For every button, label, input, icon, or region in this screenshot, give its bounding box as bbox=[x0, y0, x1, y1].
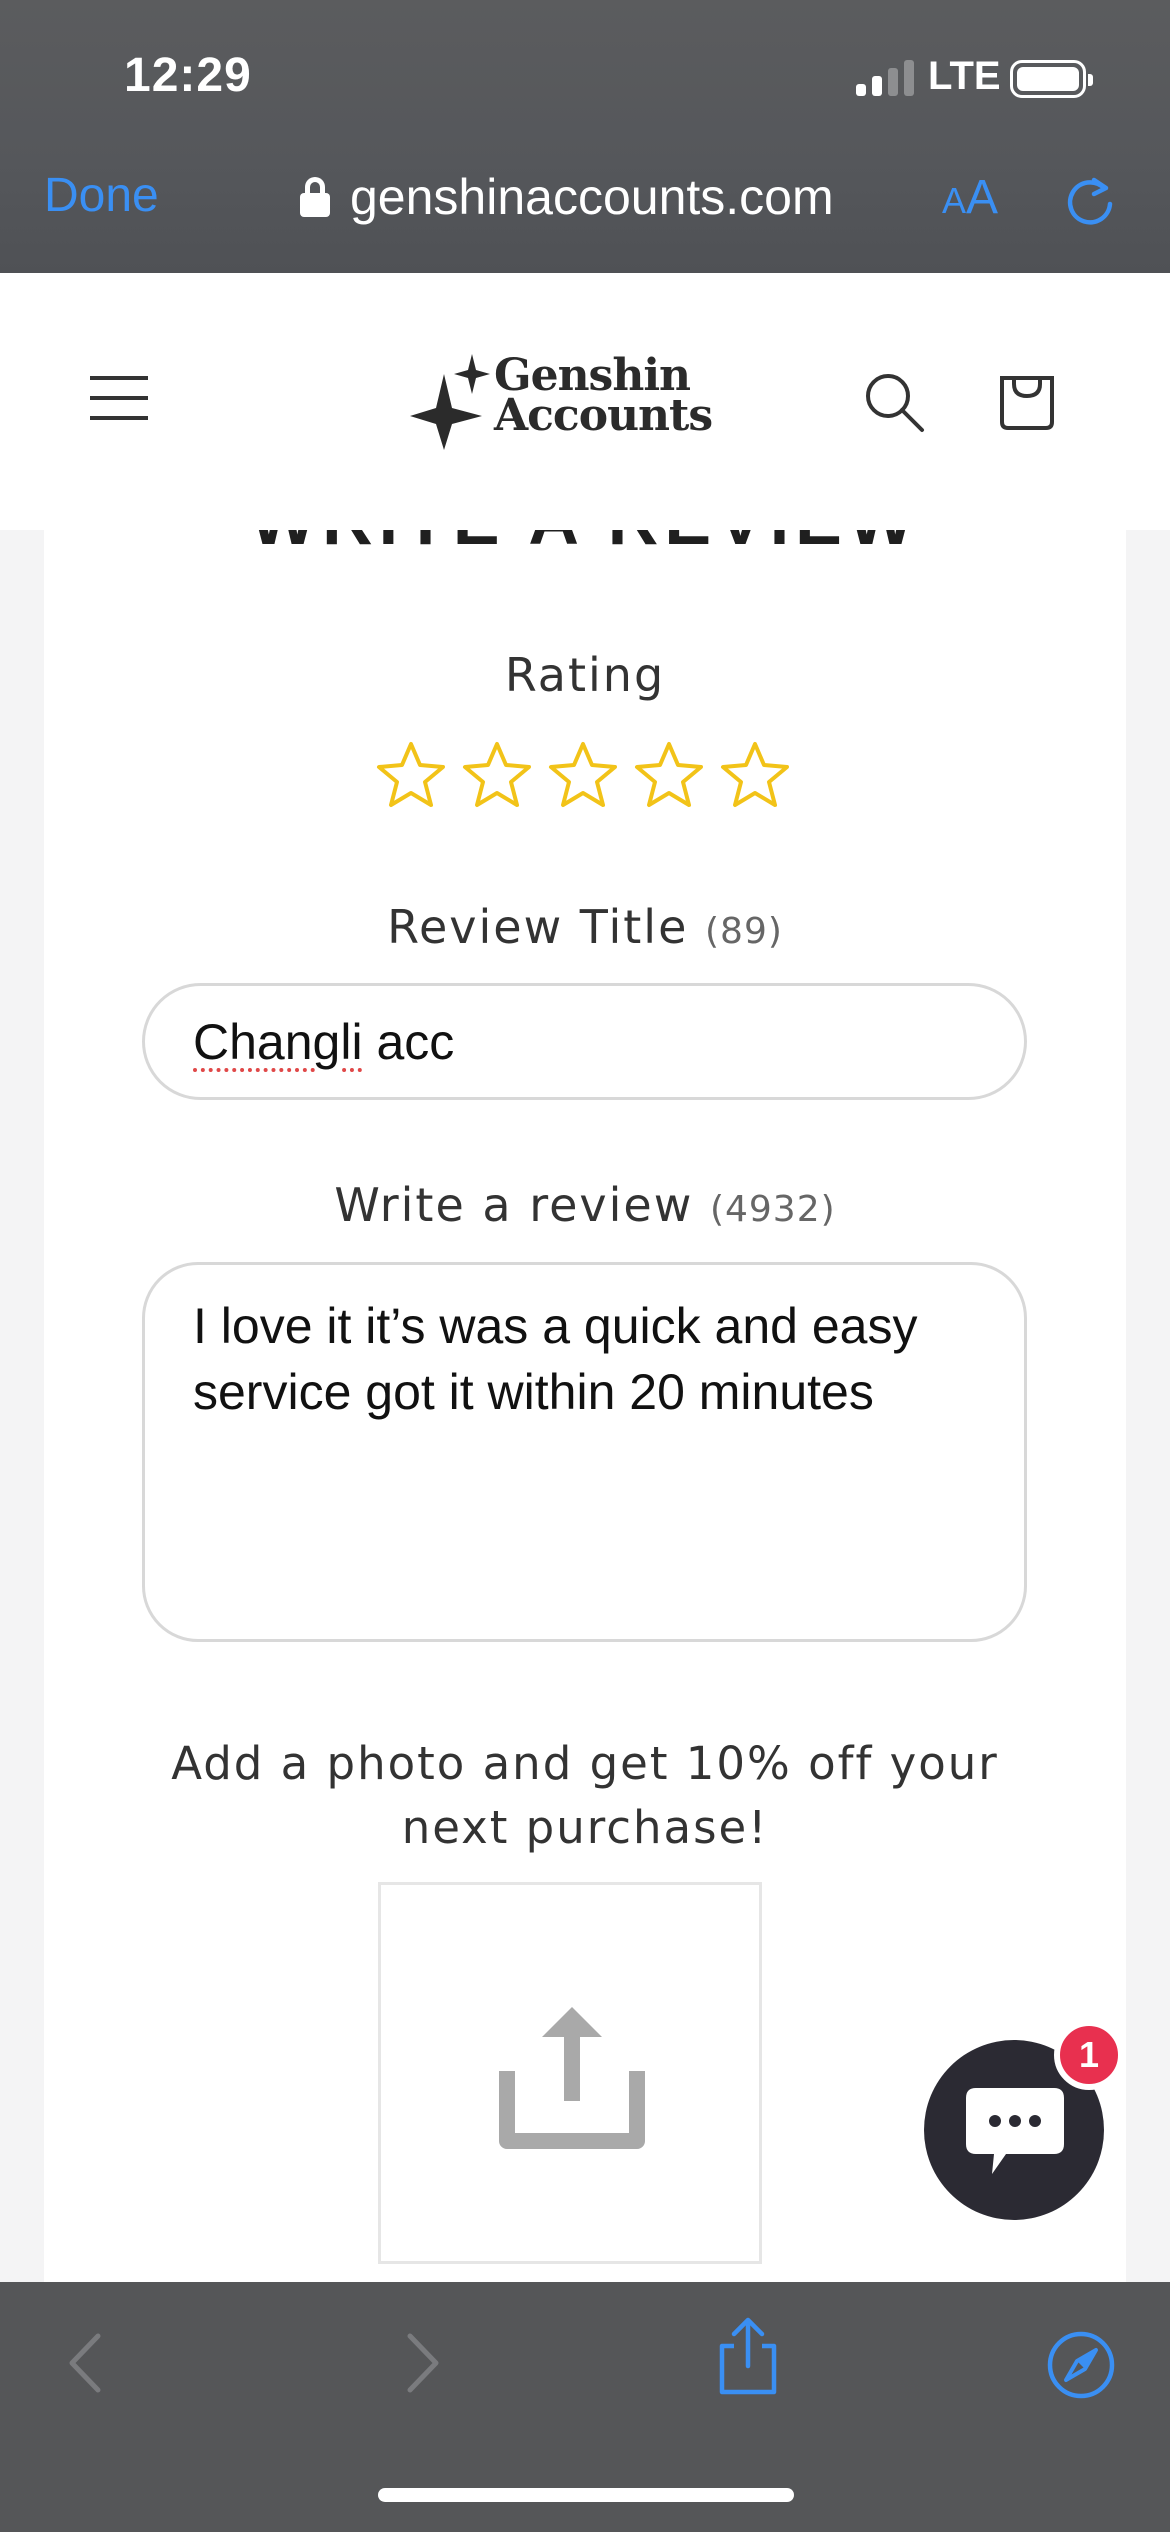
forward-icon[interactable] bbox=[404, 2330, 444, 2396]
url-bar[interactable]: genshinaccounts.com bbox=[300, 168, 834, 226]
home-indicator[interactable] bbox=[378, 2488, 794, 2502]
photo-promo-text: Add a photo and get 10% off your next pu… bbox=[171, 1737, 999, 1854]
review-title-value-word: Changli bbox=[193, 1013, 363, 1070]
rating-label: Rating bbox=[504, 648, 666, 702]
done-button[interactable]: Done bbox=[44, 168, 159, 223]
review-title-value-rest: acc bbox=[362, 1013, 455, 1070]
network-type: LTE bbox=[928, 54, 1001, 98]
upload-icon bbox=[499, 2007, 645, 2149]
review-body-textarea[interactable]: I love it it’s was a quick and easy serv… bbox=[142, 1262, 1027, 1642]
star-icon-1[interactable] bbox=[376, 740, 446, 810]
text-size-small-label: A bbox=[942, 180, 967, 221]
chat-bubble-icon bbox=[966, 2088, 1064, 2174]
compass-icon[interactable] bbox=[1046, 2330, 1116, 2400]
status-time: 12:29 bbox=[124, 49, 252, 102]
review-title-label: Review Title (89) bbox=[0, 900, 1170, 954]
browser-top-bar: 12:29 LTE Done genshinaccounts.com AA bbox=[0, 0, 1170, 273]
star-icon-3[interactable] bbox=[548, 740, 618, 810]
star-icon-4[interactable] bbox=[634, 740, 704, 810]
battery-icon bbox=[1010, 60, 1093, 98]
star-icon-2[interactable] bbox=[462, 740, 532, 810]
star-icon-5[interactable] bbox=[720, 740, 790, 810]
review-heading: WRITE A REVIEW bbox=[0, 530, 1170, 560]
review-heading-clip: WRITE A REVIEW bbox=[0, 530, 1170, 580]
site-logo[interactable]: Genshin Accounts bbox=[410, 350, 730, 450]
photo-upload-box[interactable] bbox=[378, 1882, 762, 2264]
rating-stars bbox=[376, 740, 790, 810]
lock-icon bbox=[300, 177, 330, 217]
logo-line-2: Accounts bbox=[494, 390, 713, 441]
review-title-input[interactable]: Changli acc bbox=[142, 983, 1027, 1100]
cart-icon[interactable] bbox=[996, 370, 1058, 432]
reload-icon[interactable] bbox=[1064, 170, 1116, 226]
review-title-label-text: Review Title bbox=[387, 900, 689, 954]
share-icon[interactable] bbox=[716, 2316, 780, 2396]
review-title-char-count: (89) bbox=[705, 911, 783, 952]
text-size-big-label: A bbox=[966, 171, 999, 224]
sparkle-icon bbox=[410, 354, 490, 450]
search-icon[interactable] bbox=[862, 370, 926, 434]
review-body-label: Write a review (4932) bbox=[0, 1178, 1170, 1232]
review-body-char-count: (4932) bbox=[709, 1189, 836, 1230]
chat-notification-badge: 1 bbox=[1054, 2020, 1124, 2090]
back-icon[interactable] bbox=[64, 2330, 104, 2396]
signal-strength-icon bbox=[856, 60, 916, 96]
text-size-button[interactable]: AA bbox=[942, 170, 998, 225]
hamburger-menu-icon[interactable] bbox=[90, 372, 148, 424]
review-body-label-text: Write a review bbox=[334, 1178, 694, 1232]
url-text: genshinaccounts.com bbox=[350, 169, 834, 225]
